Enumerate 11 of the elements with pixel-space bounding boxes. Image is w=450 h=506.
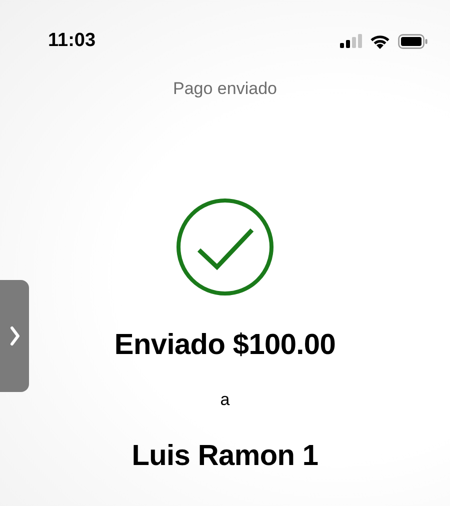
page-title: Pago enviado — [173, 78, 277, 100]
battery-icon — [398, 34, 428, 48]
side-panel-tab[interactable] — [0, 280, 29, 392]
wifi-icon — [370, 34, 390, 48]
chevron-right-icon — [10, 326, 20, 346]
sent-amount-heading: Enviado $100.00 — [114, 328, 336, 362]
signal-icon — [340, 34, 362, 48]
connector-text: a — [220, 389, 230, 411]
recipient-name: Luis Ramon 1 — [132, 438, 318, 474]
status-time: 11:03 — [48, 28, 96, 53]
checkmark-circle-icon — [176, 198, 274, 296]
